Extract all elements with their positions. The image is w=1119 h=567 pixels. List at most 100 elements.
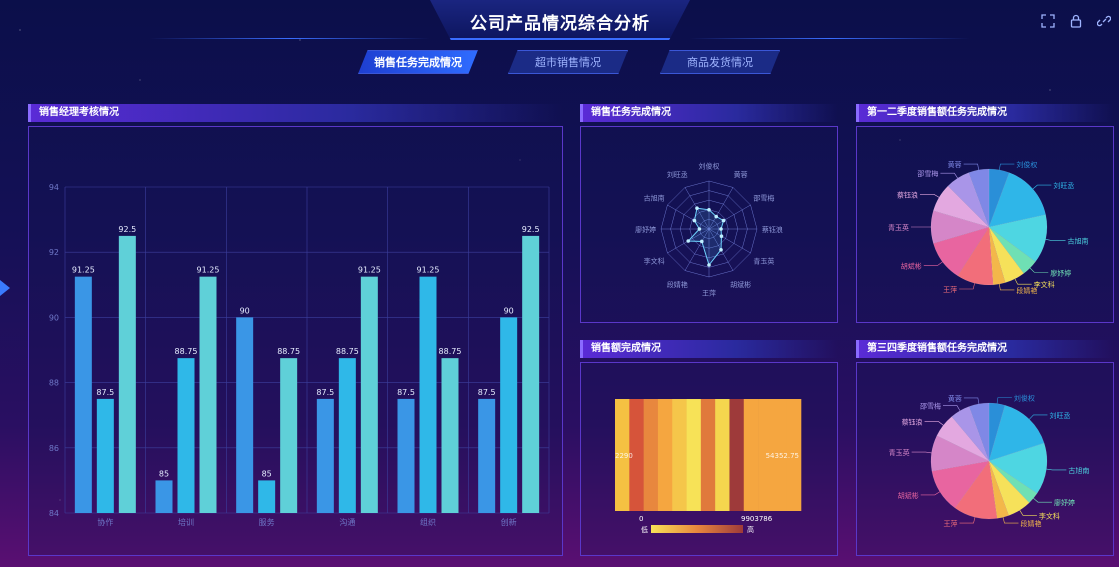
radar-point xyxy=(707,208,711,212)
pie-leader xyxy=(1045,239,1066,241)
radar-point xyxy=(686,239,691,243)
pie-leader xyxy=(1033,498,1053,503)
pie-leader xyxy=(943,405,961,411)
heatmap-label-right: 54352.75 xyxy=(766,452,799,460)
heatmap-max-label: 9903786 xyxy=(741,515,773,523)
x-tick-label: 创新 xyxy=(501,517,517,527)
radar-label: 刘俊权 xyxy=(699,162,720,171)
bar xyxy=(236,317,254,513)
pie-chart-q12: 刘俊权刘旺丞古旭南廖妤婷李文科段婧艳王萍胡斌彬青玉英蔡钰浪邵雪梅黄蓉 xyxy=(888,160,1089,295)
pie-leader xyxy=(959,517,976,524)
panel-manager-assessment: 84 86 88 90 92 94 91.25 87.5 92.5 协作 85 88.75 91.25 培… xyxy=(28,126,563,556)
heatmap-cell xyxy=(672,399,687,511)
x-tick-label: 组织 xyxy=(420,517,436,527)
bar xyxy=(316,398,334,513)
heatmap-cell xyxy=(729,399,745,511)
heatmap-cell xyxy=(686,399,702,511)
radar-point xyxy=(700,239,704,244)
bar-value-label: 85 xyxy=(159,469,169,478)
fullscreen-icon[interactable] xyxy=(1041,13,1055,28)
pie-label: 刘旺丞 xyxy=(1049,411,1070,420)
bar-value-label: 88.75 xyxy=(439,347,462,356)
radar-label: 廖妤婷 xyxy=(635,225,656,234)
radar-point xyxy=(697,227,702,231)
radar-point xyxy=(707,263,711,267)
bar-value-label: 91.25 xyxy=(72,266,95,275)
bar-value-label: 91.25 xyxy=(417,266,440,275)
bar-value-label: 91.25 xyxy=(197,266,220,275)
bar xyxy=(397,398,415,513)
bar xyxy=(441,358,459,513)
bar xyxy=(522,235,540,513)
heatmap-low-label: 低 xyxy=(641,525,648,534)
y-tick-label: 86 xyxy=(49,444,59,453)
bar-value-label: 92.5 xyxy=(118,225,136,234)
pie-label: 邵雪梅 xyxy=(917,169,938,178)
pie-leader xyxy=(963,163,979,170)
x-tick-label: 服务 xyxy=(259,517,275,527)
radar-label: 段婧艳 xyxy=(667,280,688,289)
bar xyxy=(500,317,518,513)
pie-label: 胡斌彬 xyxy=(898,491,919,500)
bar xyxy=(177,358,195,513)
panel-q34-pie: 刘俊权 刘旺丞 古旭南 廖妤婷 李文科 段婧艳 王萍 胡斌彬 青玉英 蔡钰浪 邵雪梅 黄蓉 xyxy=(856,362,1114,556)
bar-value-label: 85 xyxy=(262,469,272,478)
pie-label: 刘俊权 xyxy=(1016,160,1037,169)
panel-task-radar: 刘俊权 黄蓉 邵雪梅 蔡钰浪 青玉英 胡斌彬 王萍 段婧艳 李文科 廖妤婷 古旭南 刘旺丞 xyxy=(580,126,838,323)
pie-label: 王萍 xyxy=(943,285,957,294)
radar-point xyxy=(692,218,697,223)
tab-supermarket-sales[interactable]: 超市销售情况 xyxy=(508,50,628,74)
bar-chart: 84 86 88 90 92 94 91.25 87.5 92.5 协作 85 88.75 91.25 培… xyxy=(49,183,550,527)
y-tick-label: 88 xyxy=(49,379,59,388)
bar-value-label: 90 xyxy=(504,306,514,315)
pie-label: 刘旺丞 xyxy=(1053,181,1074,190)
radar-label: 胡斌彬 xyxy=(730,280,751,289)
side-expand-handle[interactable] xyxy=(0,280,10,296)
panel-q12-pie: 刘俊权 刘旺丞 古旭南 廖妤婷 李文科 段婧艳 王萍 胡斌彬 青玉英 蔡钰浪 邵雪梅 黄蓉 xyxy=(856,126,1114,323)
y-tick-label: 84 xyxy=(49,509,59,518)
pie-label: 刘俊权 xyxy=(1014,394,1035,403)
heatmap-legend-bar xyxy=(651,525,743,533)
pie-label: 段婧艳 xyxy=(1020,519,1041,528)
pie-label: 段婧艳 xyxy=(1016,286,1037,295)
heatmap-cell xyxy=(643,399,659,511)
pie-leader xyxy=(1029,414,1048,420)
bar xyxy=(419,276,437,513)
link-icon[interactable] xyxy=(1096,13,1112,27)
bar xyxy=(155,480,173,513)
pie-leader xyxy=(996,397,1012,404)
bar-value-label: 90 xyxy=(240,306,250,315)
pie-leader xyxy=(963,397,980,404)
pie-label: 蔡钰浪 xyxy=(897,190,918,199)
heatmap-chart: 2290 54352.75 0 9903786 低 高 xyxy=(615,399,802,534)
tab-sales-task[interactable]: 销售任务完成情况 xyxy=(358,50,478,74)
heatmap-cell xyxy=(657,399,673,511)
pie-label: 青玉英 xyxy=(889,448,910,457)
heatmap-high-label: 高 xyxy=(747,525,754,534)
bar xyxy=(199,276,217,513)
radar-point xyxy=(719,227,723,231)
pie-label: 邵雪梅 xyxy=(920,402,941,411)
pie-leader xyxy=(1032,184,1052,190)
radar-point xyxy=(719,234,724,238)
lock-icon[interactable] xyxy=(1069,13,1083,28)
radar-chart: 刘俊权黄蓉邵雪梅蔡钰浪青玉英胡斌彬王萍 段婧艳 李文科 廖妤婷 古旭南 刘旺丞 xyxy=(635,162,783,298)
panel-title-q12: 第一二季度销售额任务完成情况 xyxy=(856,104,1114,122)
pie-label: 青玉英 xyxy=(888,223,909,232)
radar-label: 李文科 xyxy=(644,257,665,266)
tab-shipping[interactable]: 商品发货情况 xyxy=(660,50,780,74)
bar-value-label: 87.5 xyxy=(397,388,415,397)
panel-title-sales: 销售额完成情况 xyxy=(580,340,838,358)
bar-value-label: 88.75 xyxy=(175,347,198,356)
pie-label: 古旭南 xyxy=(1068,237,1089,246)
pie-label: 廖妤婷 xyxy=(1054,498,1075,507)
pie-leader xyxy=(1019,510,1037,516)
pie-leader xyxy=(999,163,1015,170)
x-tick-label: 协作 xyxy=(97,517,113,527)
pie-label: 李文科 xyxy=(1039,511,1060,520)
radar-label: 黄蓉 xyxy=(734,170,748,179)
heatmap-min-label: 0 xyxy=(639,515,643,523)
radar-label: 蔡钰浪 xyxy=(762,225,783,234)
pie-chart-q34: 刘俊权刘旺丞古旭南廖妤婷李文科段婧艳 王萍 胡斌彬 青玉英 蔡钰浪 邵雪梅黄蓉 xyxy=(889,394,1090,528)
radar-point xyxy=(721,218,726,223)
